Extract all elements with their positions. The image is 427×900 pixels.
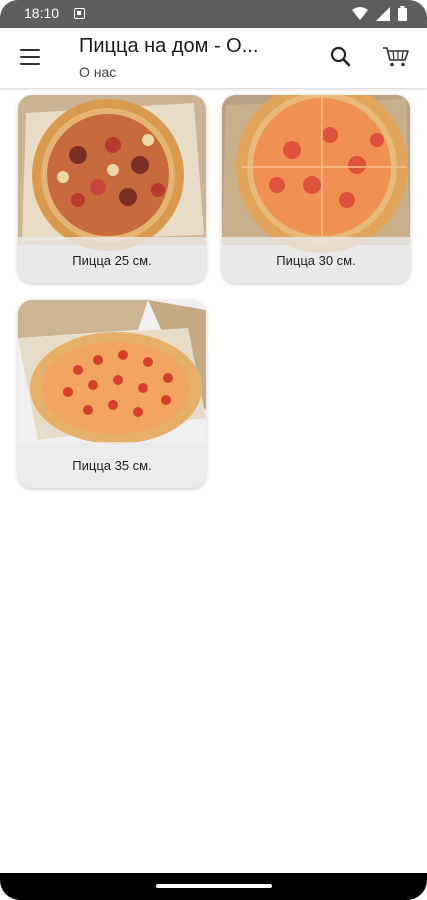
menu-button[interactable] bbox=[20, 48, 42, 66]
wifi-icon bbox=[352, 6, 368, 20]
search-button[interactable] bbox=[328, 44, 354, 70]
navigation-bar bbox=[0, 873, 427, 900]
notification-icon bbox=[74, 8, 85, 19]
cart-button[interactable] bbox=[382, 42, 410, 70]
battery-icon bbox=[398, 6, 407, 21]
product-card[interactable]: Пицца 30 см. bbox=[222, 95, 410, 283]
home-gesture-handle[interactable] bbox=[156, 884, 272, 888]
app-bar: Пицца на дом - О... О нас bbox=[0, 28, 427, 88]
status-time: 18:10 bbox=[24, 5, 60, 21]
signal-icon bbox=[376, 6, 390, 21]
search-icon bbox=[330, 46, 351, 67]
product-card[interactable]: Пицца 25 см. bbox=[18, 95, 206, 283]
status-icons bbox=[352, 6, 407, 21]
product-card[interactable]: Пицца 35 см. bbox=[18, 300, 206, 488]
product-label: Пицца 30 см. bbox=[222, 237, 410, 283]
product-label: Пицца 35 см. bbox=[18, 442, 206, 488]
page-subtitle: О нас bbox=[79, 64, 117, 80]
cart-icon bbox=[383, 47, 409, 67]
product-label: Пицца 25 см. bbox=[18, 237, 206, 283]
status-bar: 18:10 bbox=[0, 0, 427, 28]
page-title: Пицца на дом - О... bbox=[79, 35, 259, 57]
